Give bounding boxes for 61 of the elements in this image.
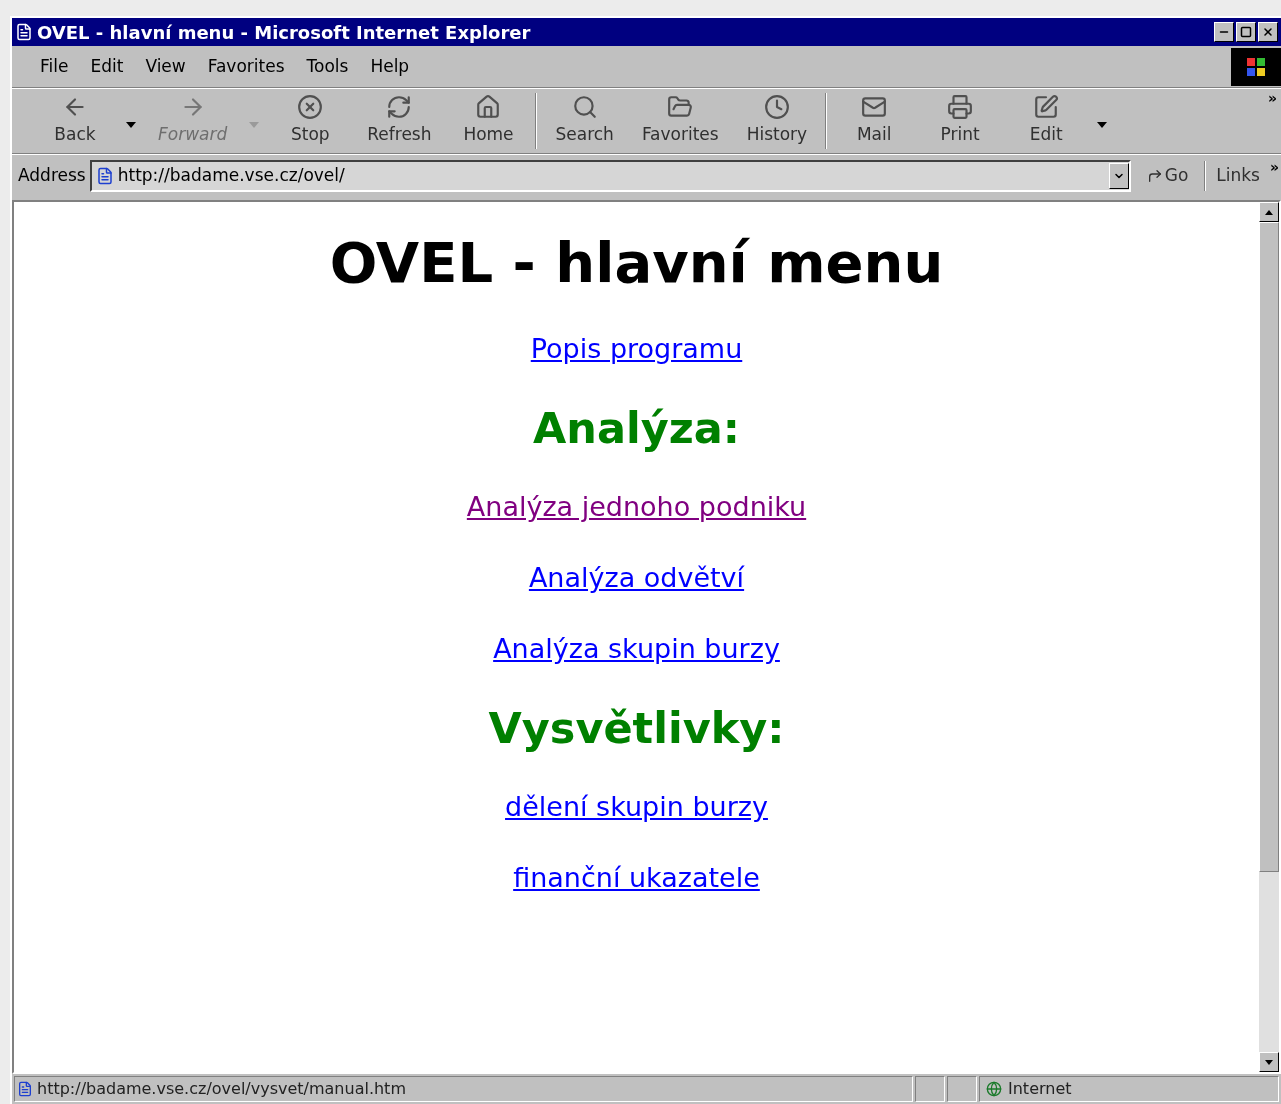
link[interactable]: Analýza jednoho podniku [466, 487, 807, 527]
link[interactable]: dělení skupin burzy [505, 787, 768, 827]
caret-icon[interactable] [126, 122, 136, 128]
page-icon [17, 1081, 33, 1097]
x-circle-icon [297, 94, 324, 121]
toolbar-button[interactable]: Back [32, 89, 118, 153]
zone-indicator: Internet [979, 1076, 1279, 1102]
pen-square-icon [1033, 94, 1060, 121]
status-panel [915, 1076, 945, 1102]
scrollbar[interactable] [1259, 202, 1279, 1072]
maximize-button[interactable] [1236, 22, 1256, 42]
section-heading: Vysvětlivky: [488, 702, 785, 755]
down-triangle-icon[interactable] [1265, 1059, 1273, 1065]
menu-item[interactable]: View [145, 53, 186, 80]
page-heading: OVEL - hlavní menu [329, 229, 944, 297]
link[interactable]: Analýza odvětví [528, 558, 745, 598]
toolbar-chevron[interactable]: » [1267, 89, 1281, 153]
clock-icon [763, 94, 790, 121]
address-field[interactable]: http://badame.vse.cz/ovel/ [117, 162, 1109, 189]
search-icon [571, 94, 598, 121]
menu-item[interactable]: Tools [306, 53, 349, 80]
caret-icon[interactable] [1097, 122, 1108, 128]
toolbar-button[interactable]: Stop [267, 89, 354, 153]
menu-item[interactable]: Edit [90, 53, 124, 80]
status-text: http://badame.vse.cz/ovel/vysvet/manual.htm [14, 1076, 913, 1102]
link[interactable]: Analýza skupin burzy [493, 629, 780, 669]
section-heading: Analýza: [533, 402, 740, 455]
links-chevron[interactable]: » [1269, 155, 1279, 178]
toolbar-button[interactable]: History [732, 89, 822, 153]
menu-item[interactable]: File [40, 53, 69, 80]
house-icon [475, 94, 502, 121]
address-label: Address [17, 163, 86, 187]
toolbar-button[interactable]: Refresh [353, 89, 446, 153]
toolbar-button[interactable]: Search [541, 89, 628, 153]
page-icon [15, 23, 33, 41]
minimize-button[interactable] [1214, 22, 1234, 42]
links-button[interactable]: Links [1210, 162, 1266, 189]
menu-item[interactable]: Favorites [207, 53, 285, 80]
dropdown-button[interactable] [1108, 162, 1129, 189]
printer-icon [947, 94, 974, 121]
window-title: OVEL - hlavní menu - Microsoft Internet Explorer [37, 20, 531, 45]
address-combo-box[interactable]: http://badame.vse.cz/ovel/ [89, 159, 1131, 192]
toolbar-button[interactable]: Home [445, 89, 532, 153]
up-triangle-icon[interactable] [1265, 209, 1273, 215]
status-panel [947, 1076, 977, 1102]
throbber-logo [1231, 47, 1281, 86]
toolbar-button[interactable]: Favorites [627, 89, 733, 153]
link[interactable]: Popis programu [530, 329, 743, 369]
toolbar-button[interactable]: Mail [831, 89, 918, 153]
close-icon [1262, 26, 1274, 38]
link[interactable]: finanční ukazatele [513, 858, 760, 898]
toolbar-button[interactable]: Print [917, 89, 1004, 153]
refresh-icon [386, 94, 413, 121]
go-button[interactable]: Go [1134, 162, 1201, 189]
arrow-icon [1146, 167, 1163, 184]
close-button[interactable] [1258, 22, 1278, 42]
menu-item[interactable]: Help [370, 53, 410, 80]
maximize-icon [1240, 26, 1252, 38]
toolbar-button[interactable]: Edit [1003, 89, 1090, 153]
page-icon [95, 166, 114, 185]
globe-icon [986, 1081, 1002, 1097]
